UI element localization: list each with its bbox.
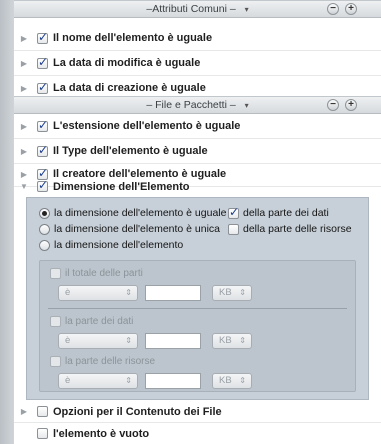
popup-arrows-icon: ⇕ <box>239 288 246 297</box>
size-options-panel: la dimensione dell'elemento è uguale la … <box>26 197 369 400</box>
row-label: La data di modifica è uguale <box>53 57 201 69</box>
popup-arrows-icon: ⇕ <box>239 376 246 385</box>
section-title: –Attributi Comuni – <box>146 3 236 15</box>
disclosure-triangle-icon[interactable]: ▶ <box>18 34 30 43</box>
row-label: Dimensione dell'Elemento <box>53 180 190 193</box>
disclosure-triangle-icon[interactable]: ▶ <box>18 59 30 68</box>
window-edge <box>0 0 14 444</box>
section-title: – File e Pacchetti – <box>146 99 236 111</box>
operator-select[interactable]: è ⇕ <box>58 373 138 389</box>
operator-select[interactable]: è ⇕ <box>58 333 138 349</box>
checkbox[interactable] <box>228 223 239 235</box>
group-resources[interactable]: la parte delle risorse <box>50 356 155 367</box>
list-item[interactable]: ▶ Opzioni per il Contenuto dei File <box>14 401 381 423</box>
check-resource-part[interactable]: della parte delle risorse <box>228 223 352 235</box>
group-label: la parte delle risorse <box>65 356 156 367</box>
operator-select[interactable]: è ⇕ <box>58 285 138 301</box>
radio-label: la dimensione dell'elemento è unica <box>54 223 221 235</box>
list-item-size[interactable]: ▼ Dimensione dell'Elemento <box>14 174 381 199</box>
group-total[interactable]: il totale delle parti <box>50 268 143 279</box>
radio-button[interactable] <box>39 239 50 251</box>
checkbox[interactable] <box>37 80 48 94</box>
checkbox-label: della parte dei dati <box>243 207 329 219</box>
list-item[interactable]: ▶ La data di modifica è uguale <box>14 51 381 76</box>
unit-select[interactable]: KB ⇕ <box>212 285 252 301</box>
chevron-down-icon: ▾ <box>244 5 249 14</box>
radio-size-equal[interactable]: la dimensione dell'elemento è uguale <box>39 207 226 219</box>
size-input[interactable] <box>145 373 201 389</box>
unit-select[interactable]: KB ⇕ <box>212 333 252 349</box>
section-header-files-packages[interactable]: – File e Pacchetti – ▾ − + <box>14 96 381 114</box>
select-value: è <box>65 287 71 298</box>
remove-section-button[interactable]: − <box>327 99 339 111</box>
row-label: Opzioni per il Contenuto dei File <box>53 405 222 418</box>
disclosure-triangle-icon[interactable]: ▶ <box>18 122 30 131</box>
checkbox-label: della parte delle risorse <box>243 223 352 235</box>
checkbox[interactable] <box>50 316 61 327</box>
size-input[interactable] <box>145 333 201 349</box>
checkbox[interactable] <box>37 178 48 192</box>
add-section-button[interactable]: + <box>345 99 357 111</box>
disclosure-triangle-icon[interactable]: ▶ <box>18 84 30 93</box>
checkbox[interactable] <box>37 428 48 439</box>
select-value: è <box>65 335 71 346</box>
checkbox[interactable] <box>50 268 61 279</box>
divider <box>48 308 347 309</box>
select-value: KB <box>219 335 232 346</box>
disclosure-triangle-icon[interactable]: ▶ <box>18 147 30 156</box>
chevron-down-icon: ▾ <box>244 101 249 110</box>
group-data[interactable]: la parte dei dati <box>50 316 133 327</box>
select-value: KB <box>219 287 232 298</box>
row-label: Il nome dell'elemento è uguale <box>53 32 213 44</box>
radio-size[interactable]: la dimensione dell'elemento <box>39 239 183 251</box>
checkbox[interactable] <box>37 55 48 69</box>
group-label: il totale delle parti <box>65 268 143 279</box>
checkbox[interactable] <box>37 143 48 157</box>
row-label: l'elemento è vuoto <box>53 427 150 440</box>
radio-label: la dimensione dell'elemento è uguale <box>54 207 227 219</box>
radio-button[interactable] <box>39 223 50 235</box>
radio-button[interactable] <box>39 207 50 219</box>
disclosure-triangle-open-icon[interactable]: ▼ <box>18 182 30 191</box>
section-header-common-attributes[interactable]: –Attributi Comuni – ▾ − + <box>14 0 381 18</box>
checkbox[interactable] <box>37 118 48 132</box>
size-input[interactable] <box>145 285 201 301</box>
unit-select[interactable]: KB ⇕ <box>212 373 252 389</box>
checkbox[interactable] <box>37 30 48 44</box>
popup-arrows-icon: ⇕ <box>239 336 246 345</box>
remove-section-button[interactable]: − <box>327 3 339 15</box>
list-item[interactable]: ▶ Il nome dell'elemento è uguale <box>14 26 381 51</box>
disclosure-triangle-icon[interactable]: ▶ <box>18 407 30 416</box>
add-section-button[interactable]: + <box>345 3 357 15</box>
select-value: KB <box>219 375 232 386</box>
size-groups-box: il totale delle parti è ⇕ KB ⇕ la parte … <box>39 260 356 392</box>
list-item[interactable]: ▶ Il Type dell'elemento è uguale <box>14 139 381 164</box>
row-label: L'estensione dell'elemento è uguale <box>53 120 241 132</box>
select-value: è <box>65 375 71 386</box>
check-data-part[interactable]: della parte dei dati <box>228 205 329 219</box>
radio-size-unique[interactable]: la dimensione dell'elemento è unica <box>39 223 220 235</box>
row-label: Il Type dell'elemento è uguale <box>53 145 208 157</box>
bottom-rows: ▶ Opzioni per il Contenuto dei File l'el… <box>14 400 381 444</box>
list-item[interactable]: ▶ L'estensione dell'elemento è uguale <box>14 114 381 139</box>
checkbox[interactable] <box>50 356 61 367</box>
settings-panel: –Attributi Comuni – ▾ − + ▶ Il nome dell… <box>14 0 381 444</box>
list-item[interactable]: l'elemento è vuoto <box>14 423 381 444</box>
row-label: La data di creazione è uguale <box>53 82 206 94</box>
popup-arrows-icon: ⇕ <box>125 288 132 297</box>
popup-arrows-icon: ⇕ <box>125 376 132 385</box>
checkbox[interactable] <box>37 406 48 417</box>
radio-label: la dimensione dell'elemento <box>54 239 184 251</box>
checkbox[interactable] <box>228 205 239 219</box>
group-label: la parte dei dati <box>65 316 134 327</box>
popup-arrows-icon: ⇕ <box>125 336 132 345</box>
